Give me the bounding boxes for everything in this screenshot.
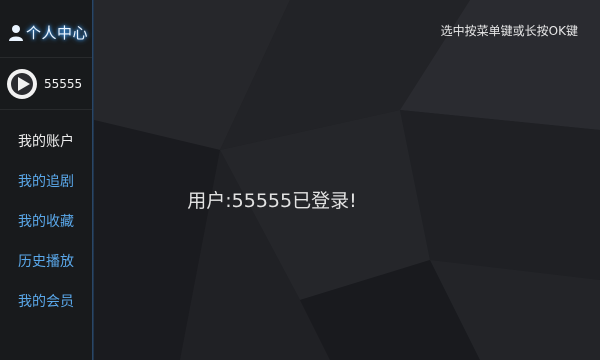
login-status-message: 用户:55555已登录!	[187, 190, 357, 212]
sidebar-header: 个人中心	[0, 8, 92, 58]
person-icon	[9, 24, 23, 41]
menu-key-hint: 选中按菜单键或长按OK键	[440, 24, 578, 38]
sidebar-item-my-series[interactable]: 我的追剧	[0, 162, 92, 202]
sidebar-item-my-account[interactable]: 我的账户	[0, 122, 92, 162]
sidebar-divider	[92, 0, 94, 360]
user-name: 55555	[44, 76, 83, 91]
play-icon	[7, 68, 37, 99]
personal-center-screen: 个人中心 55555 我的账户 我的追剧 我的收藏 历史播放 我的会员 选中按菜…	[0, 0, 600, 360]
user-info: 55555	[0, 58, 92, 110]
sidebar-menu: 我的账户 我的追剧 我的收藏 历史播放 我的会员	[0, 122, 92, 322]
sidebar-item-my-favorites[interactable]: 我的收藏	[0, 202, 92, 242]
sidebar-item-play-history[interactable]: 历史播放	[0, 242, 92, 282]
sidebar-item-my-membership[interactable]: 我的会员	[0, 282, 92, 322]
page-title: 个人中心	[26, 24, 89, 42]
